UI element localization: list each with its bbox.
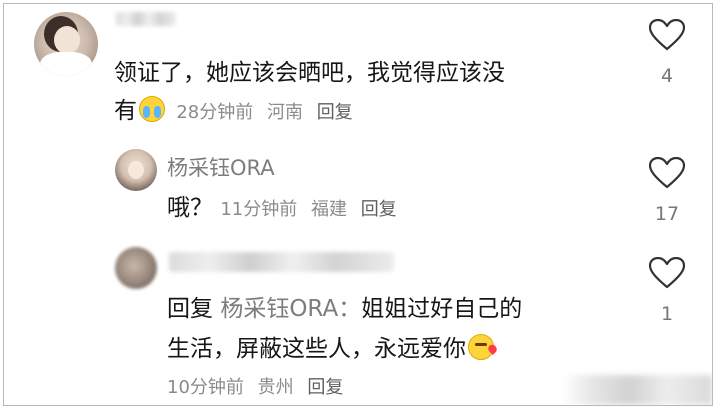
comment-text-line1: 领证了，她应该会晒吧，我觉得应该没 (114, 60, 505, 86)
comment-text-line2-row: 有 28分钟前 河南 回复 (114, 92, 361, 132)
watermark-blur (562, 375, 712, 405)
crying-face-emoji-icon (139, 96, 165, 122)
blurred-username (169, 252, 394, 272)
like-button[interactable]: 4 (644, 19, 690, 87)
reply-prefix: 回复 (167, 296, 213, 322)
like-button[interactable]: 17 (644, 157, 690, 225)
reply-text: 哦？ (167, 195, 213, 221)
comment-text-line2: 有 (114, 98, 137, 124)
reply-text-line2: 生活，屏蔽这些人，永远爱你 (167, 336, 466, 362)
avatar[interactable] (115, 247, 157, 289)
comment-time: 10分钟前 (167, 377, 244, 398)
reply-text-line1-row: 回复 杨采钰ORA：姐姐过好自己的 (167, 290, 522, 328)
username[interactable]: 杨采钰ORA (167, 152, 275, 182)
comment-location: 福建 (310, 199, 347, 220)
heart-outline-icon[interactable] (649, 257, 685, 289)
reply-text-line2-row: 生活，屏蔽这些人，永远爱你 (167, 330, 498, 368)
heart-outline-icon[interactable] (649, 157, 685, 189)
reply-button[interactable]: 回复 (361, 199, 397, 220)
comment-list: 领证了，她应该会晒吧，我觉得应该没 有 28分钟前 河南 回复 4 杨采钰ORA… (3, 3, 713, 406)
reply-button[interactable]: 回复 (317, 102, 353, 123)
reply-to-username[interactable]: 杨采钰ORA： (220, 296, 361, 322)
avatar[interactable] (115, 149, 157, 191)
kissing-face-emoji-icon (468, 334, 494, 360)
heart-outline-icon[interactable] (649, 19, 685, 51)
comment-meta: 11分钟前 福建 回复 (220, 199, 404, 220)
like-button[interactable]: 1 (644, 257, 690, 325)
avatar[interactable] (34, 12, 98, 76)
blurred-username (116, 12, 176, 26)
like-count: 1 (660, 303, 674, 325)
reply-text-line1: 姐姐过好自己的 (361, 296, 523, 322)
comment-meta: 10分钟前 贵州 回复 (167, 374, 351, 402)
comment-location: 贵州 (257, 377, 294, 398)
comment-location: 河南 (266, 102, 303, 123)
reply-text-row: 哦？ 11分钟前 福建 回复 (167, 189, 405, 229)
comment-time: 11分钟前 (220, 199, 298, 220)
reply-button[interactable]: 回复 (307, 377, 343, 398)
comment-time: 28分钟前 (176, 102, 254, 123)
like-count: 17 (654, 203, 680, 225)
comment-meta: 28分钟前 河南 回复 (176, 102, 360, 123)
like-count: 4 (660, 65, 674, 87)
